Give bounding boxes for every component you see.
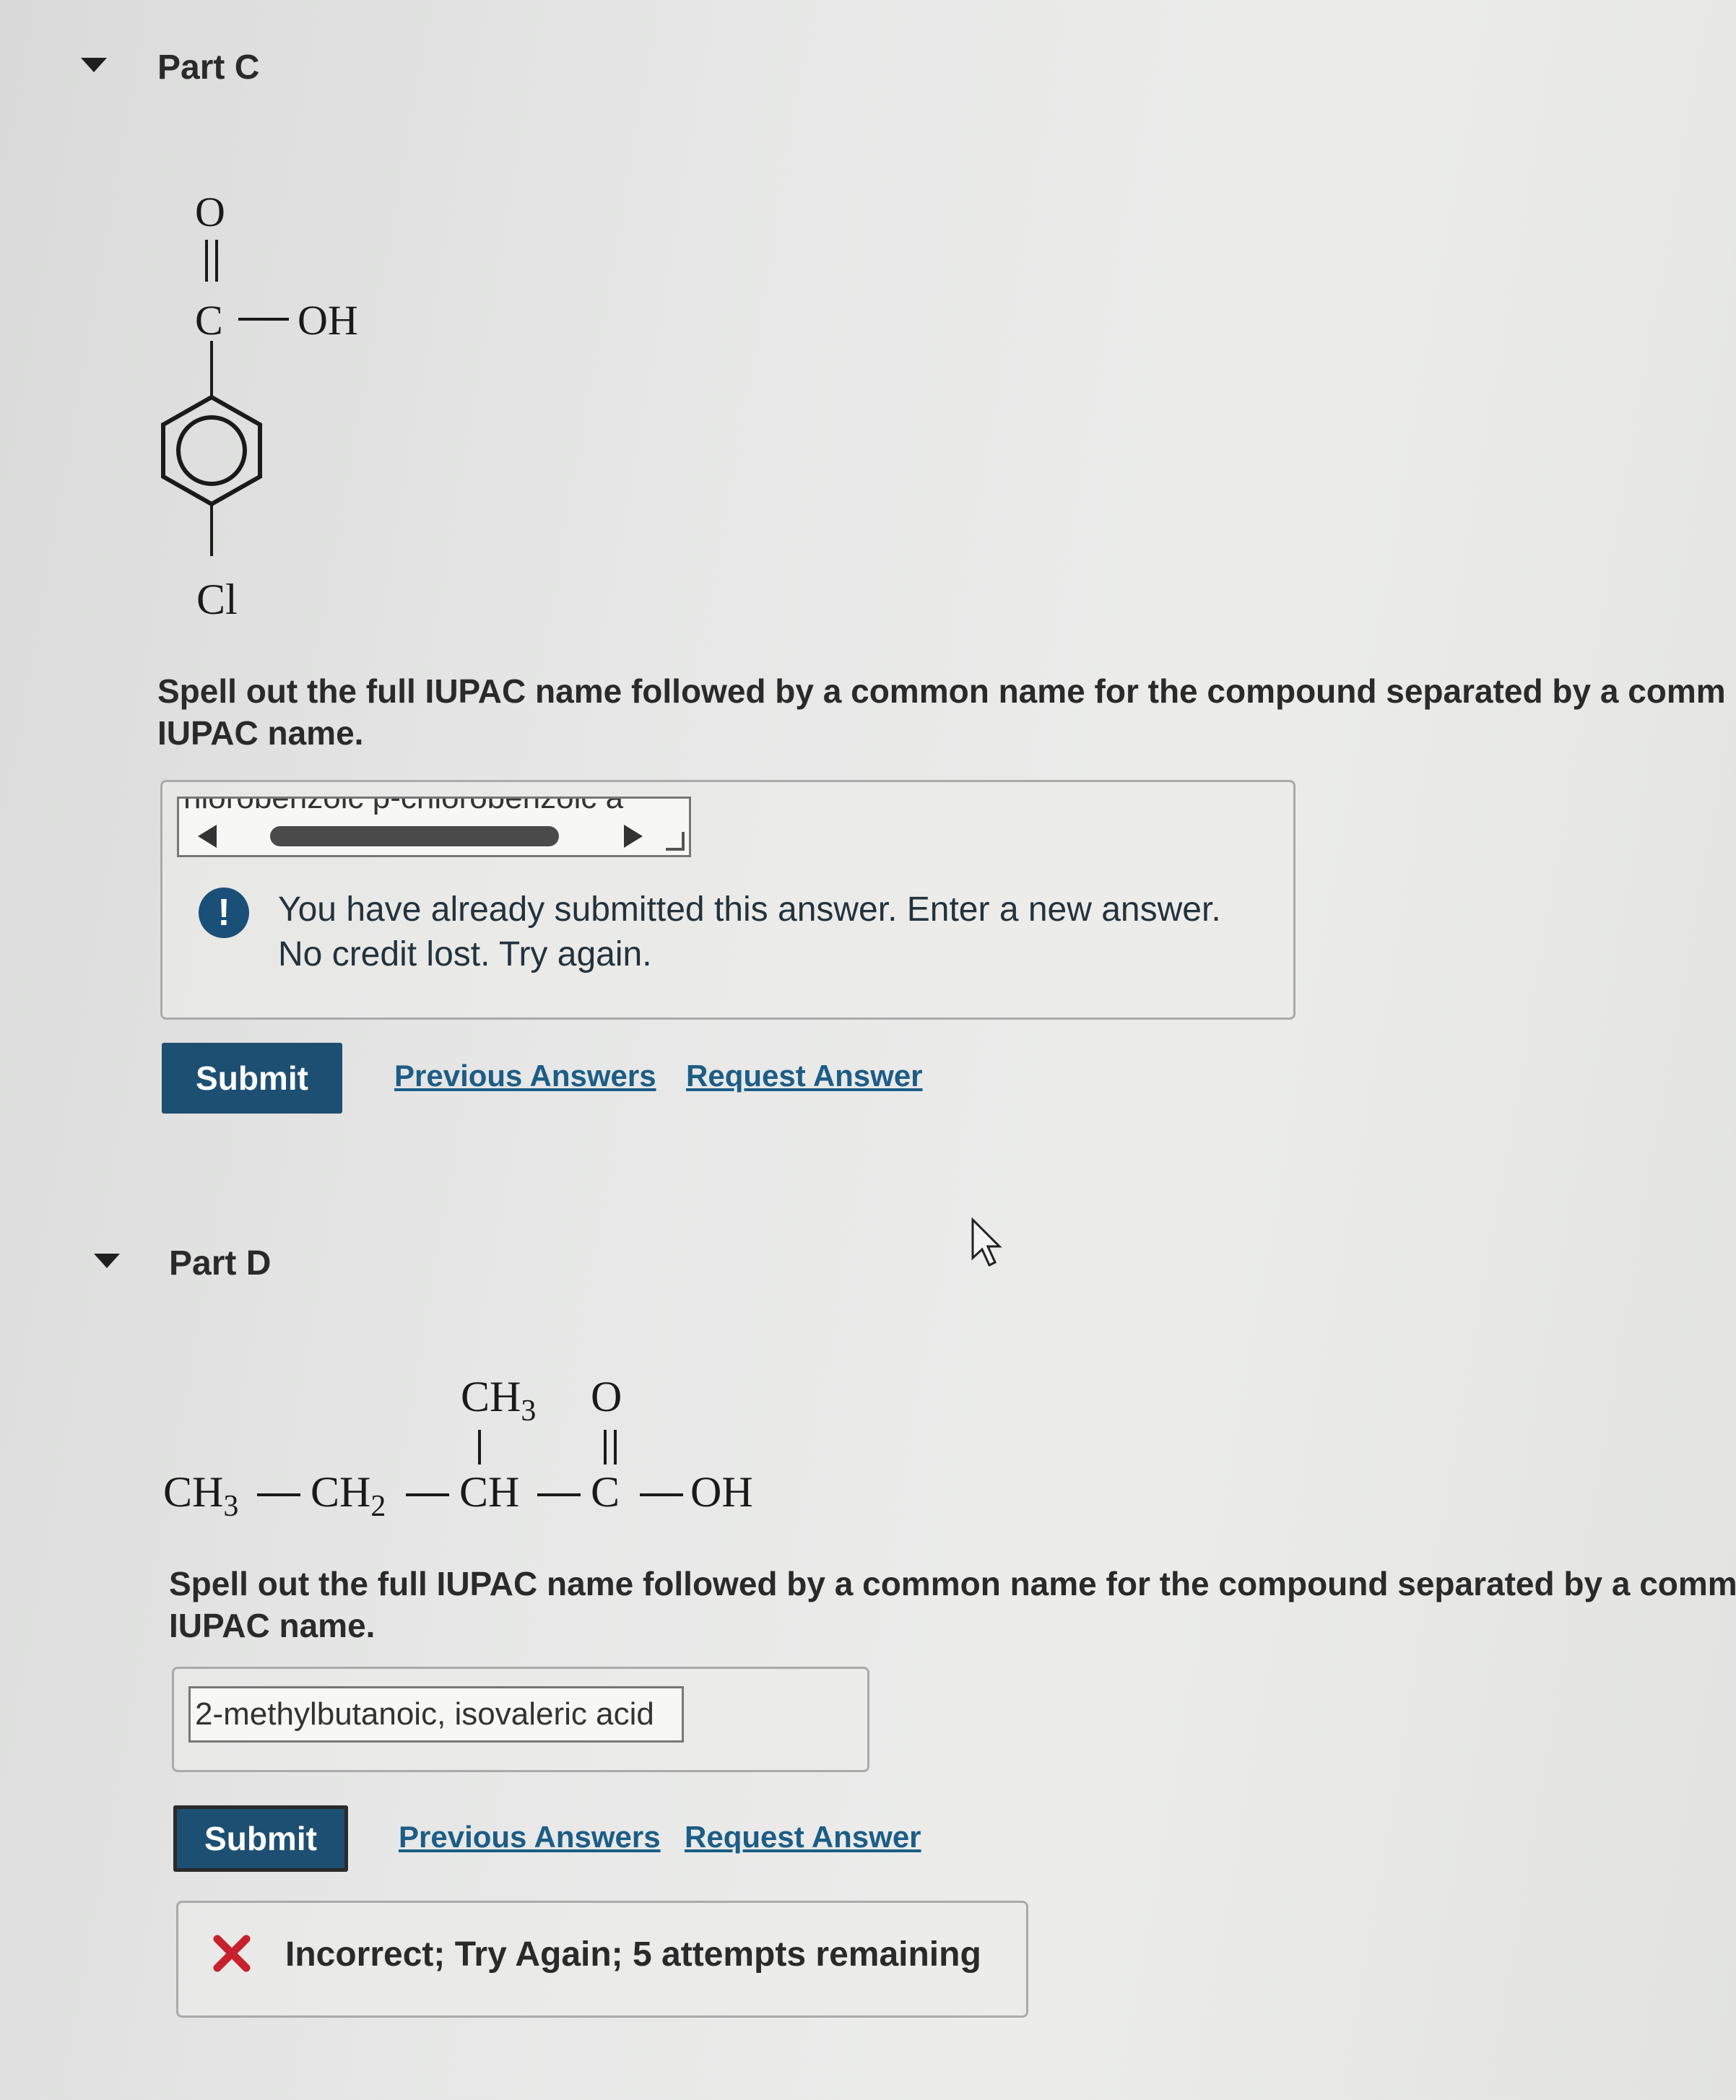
caret-down-icon (94, 1254, 120, 1268)
part-c-request-answer-link[interactable]: Request Answer (686, 1059, 923, 1093)
scroll-left-arrow-icon[interactable] (198, 825, 217, 848)
part-d-structure: CH3 O CH3 CH2 CH C OH (163, 1372, 784, 1538)
part-d-answer-text: 2-methylbutanoic, isovaleric acid (195, 1696, 654, 1732)
part-c-answer-text: hlorobenzoic p-chlorobenzoic a (183, 797, 624, 815)
carbonyl-oxygen-label: O (591, 1373, 622, 1420)
part-d-answer-input[interactable]: 2-methylbutanoic, isovaleric acid (188, 1686, 684, 1743)
part-c-answer-input[interactable]: hlorobenzoic p-chlorobenzoic a (177, 797, 691, 857)
terminal-methyl-label: CH3 (163, 1468, 239, 1523)
part-c-collapse-toggle[interactable] (81, 58, 107, 72)
resize-handle-icon[interactable] (666, 832, 685, 851)
part-d-request-answer-link[interactable]: Request Answer (685, 1820, 921, 1854)
part-d-question-line1: Spell out the full IUPAC name followed b… (169, 1565, 1736, 1602)
part-c-feedback: You have already submitted this answer. … (278, 888, 1221, 977)
part-c-submit-button[interactable]: Submit (162, 1043, 342, 1114)
incorrect-x-icon (212, 1933, 252, 1974)
chlorine-label: Cl (196, 576, 238, 623)
part-d-previous-answers-link[interactable]: Previous Answers (399, 1820, 661, 1854)
part-c-title: Part C (157, 48, 260, 87)
benzene-ring-diagram (161, 240, 289, 556)
part-d-question-line2: IUPAC name. (169, 1607, 376, 1644)
carbonyl-oxygen-label: O (195, 188, 225, 235)
warning-icon: ! (199, 888, 249, 938)
branch-methyl-label: CH3 (461, 1373, 537, 1428)
hydroxyl-label: OH (298, 297, 358, 344)
part-d-title: Part D (169, 1244, 272, 1283)
part-c-feedback-line1: You have already submitted this answer. … (278, 890, 1221, 929)
carbon-label: C (195, 297, 223, 344)
part-c-structure: O C OH Cl (137, 173, 412, 635)
part-d-collapse-toggle[interactable] (94, 1254, 120, 1268)
part-d-result-text: Incorrect; Try Again; 5 attempts remaini… (285, 1935, 981, 1974)
part-c-question-line2: IUPAC name. (157, 714, 364, 752)
part-d-submit-button[interactable]: Submit (173, 1805, 348, 1872)
hydroxyl-label: OH (690, 1468, 753, 1516)
part-c-question-line1: Spell out the full IUPAC name followed b… (157, 672, 1726, 710)
part-d-result-panel: Incorrect; Try Again; 5 attempts remaini… (176, 1901, 1028, 2018)
caret-down-icon (81, 58, 107, 72)
mouse-pointer-icon (971, 1217, 1004, 1272)
scroll-right-arrow-icon[interactable] (624, 825, 643, 848)
part-c-question: Spell out the full IUPAC name followed b… (157, 670, 1726, 754)
part-d-answer-panel: 2-methylbutanoic, isovaleric acid (172, 1667, 869, 1772)
part-d-question: Spell out the full IUPAC name followed b… (169, 1563, 1736, 1646)
carbonyl-carbon-label: C (591, 1468, 620, 1516)
methine-label: CH (459, 1468, 520, 1516)
methylene-label: CH2 (311, 1468, 386, 1523)
part-c-previous-answers-link[interactable]: Previous Answers (394, 1059, 656, 1093)
horizontal-scrollbar-thumb[interactable] (270, 826, 559, 846)
part-c-feedback-line2: No credit lost. Try again. (278, 935, 652, 973)
part-c-answer-panel: hlorobenzoic p-chlorobenzoic a ! You hav… (160, 780, 1296, 1020)
